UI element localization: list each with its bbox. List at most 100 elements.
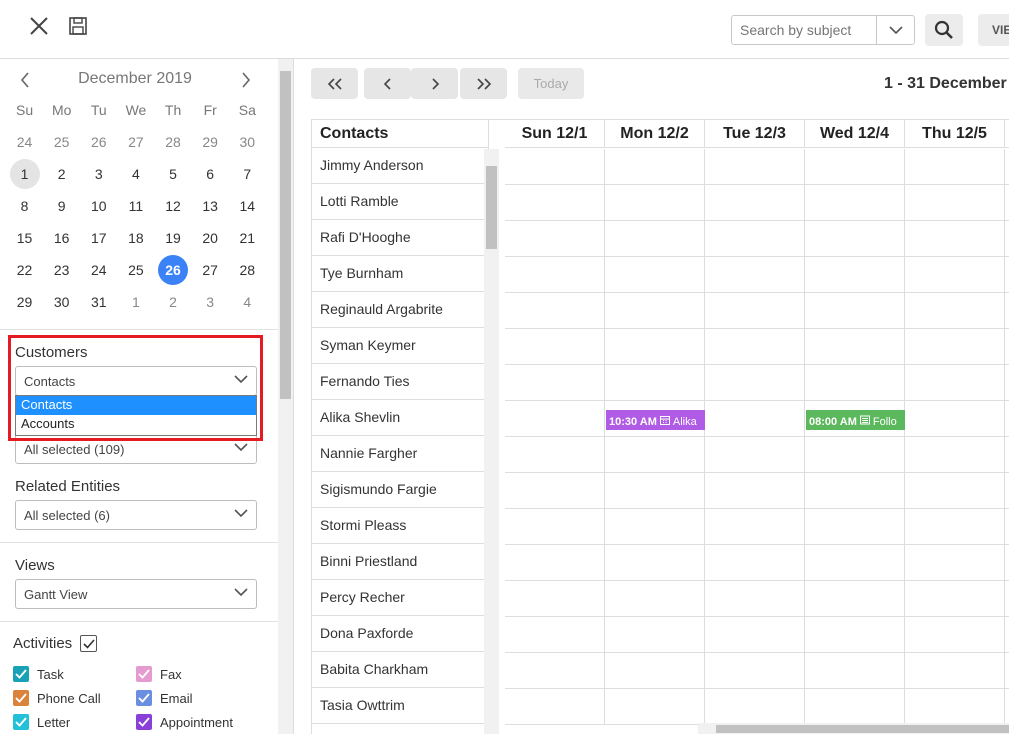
calendar-day[interactable]: 3: [192, 286, 229, 318]
contact-row[interactable]: Binni Priestland: [312, 544, 484, 580]
activity-email[interactable]: Email: [136, 690, 193, 706]
schedule-cell[interactable]: [905, 653, 1005, 688]
calendar-day[interactable]: 15: [6, 222, 43, 254]
schedule-cell[interactable]: [505, 437, 605, 472]
last-page-button[interactable]: [460, 68, 507, 99]
activity-letter[interactable]: Letter: [13, 714, 70, 730]
activity-phone-call[interactable]: Phone Call: [13, 690, 101, 706]
calendar-day[interactable]: 6: [192, 158, 229, 190]
schedule-cell[interactable]: [905, 473, 1005, 508]
schedule-cell[interactable]: [905, 437, 1005, 472]
calendar-day[interactable]: 27: [192, 254, 229, 286]
schedule-cell[interactable]: [905, 581, 1005, 616]
activity-checkbox[interactable]: [136, 666, 152, 682]
schedule-cell[interactable]: [705, 545, 805, 580]
calendar-day[interactable]: 1: [117, 286, 154, 318]
schedule-cell[interactable]: [605, 437, 705, 472]
schedule-cell[interactable]: [505, 581, 605, 616]
contact-row[interactable]: Dona Paxforde: [312, 616, 484, 652]
schedule-cell[interactable]: [705, 329, 805, 364]
calendar-day[interactable]: 30: [229, 126, 266, 158]
schedule-cell[interactable]: [705, 617, 805, 652]
search-button[interactable]: [925, 14, 963, 46]
calendar-day[interactable]: 10: [80, 190, 117, 222]
schedule-cell[interactable]: [705, 473, 805, 508]
view-button[interactable]: VIEW: [978, 14, 1009, 46]
contact-row[interactable]: Alika Shevlin: [312, 400, 484, 436]
today-button[interactable]: Today: [518, 68, 584, 99]
schedule-cell[interactable]: [905, 401, 1005, 436]
activity-checkbox[interactable]: [13, 690, 29, 706]
schedule-cell[interactable]: [605, 653, 705, 688]
schedule-cell[interactable]: [805, 473, 905, 508]
schedule-cell[interactable]: [505, 257, 605, 292]
schedule-cell[interactable]: [505, 329, 605, 364]
schedule-cell[interactable]: [605, 221, 705, 256]
schedule-cell[interactable]: [905, 149, 1005, 184]
schedule-cell[interactable]: [605, 185, 705, 220]
views-select[interactable]: Gantt View: [15, 579, 257, 609]
schedule-cell[interactable]: [805, 365, 905, 400]
calendar-day[interactable]: 14: [229, 190, 266, 222]
schedule-cell[interactable]: [505, 545, 605, 580]
calendar-day[interactable]: 5: [155, 158, 192, 190]
schedule-cell[interactable]: [905, 509, 1005, 544]
contact-row[interactable]: Stormi Pleass: [312, 508, 484, 544]
schedule-cell[interactable]: [705, 149, 805, 184]
schedule-cell[interactable]: [805, 293, 905, 328]
schedule-cell[interactable]: [805, 545, 905, 580]
schedule-cell[interactable]: [705, 365, 805, 400]
schedule-cell[interactable]: [805, 581, 905, 616]
schedule-cell[interactable]: [505, 185, 605, 220]
schedule-cell[interactable]: [705, 653, 805, 688]
schedule-cell[interactable]: [805, 617, 905, 652]
schedule-cell[interactable]: [505, 509, 605, 544]
activity-checkbox[interactable]: [13, 666, 29, 682]
schedule-cell[interactable]: [605, 329, 705, 364]
schedule-cell[interactable]: [805, 257, 905, 292]
schedule-cell[interactable]: [505, 365, 605, 400]
activity-checkbox[interactable]: [13, 714, 29, 730]
schedule-cell[interactable]: [905, 365, 1005, 400]
schedule-cell[interactable]: [505, 293, 605, 328]
calendar-day[interactable]: 12: [155, 190, 192, 222]
schedule-cell[interactable]: [505, 653, 605, 688]
activity-checkbox[interactable]: [136, 714, 152, 730]
contact-row[interactable]: Babita Charkham: [312, 652, 484, 688]
contacts-scrollbar-thumb[interactable]: [486, 166, 497, 249]
calendar-day[interactable]: 4: [229, 286, 266, 318]
contact-row[interactable]: Fernando Ties: [312, 364, 484, 400]
contact-row[interactable]: Sigismundo Fargie: [312, 472, 484, 508]
calendar-day[interactable]: 27: [117, 126, 154, 158]
schedule-event[interactable]: 08:00 AM Follo: [806, 410, 905, 430]
calendar-day[interactable]: 25: [117, 254, 154, 286]
activity-appointment[interactable]: Appointment: [136, 714, 233, 730]
schedule-cell[interactable]: [905, 329, 1005, 364]
schedule-cell[interactable]: [805, 509, 905, 544]
schedule-cell[interactable]: [905, 185, 1005, 220]
contact-row[interactable]: Jimmy Anderson: [312, 148, 484, 184]
calendar-day[interactable]: 17: [80, 222, 117, 254]
schedule-cell[interactable]: [905, 689, 1005, 724]
contacts-scrollbar[interactable]: [484, 149, 499, 734]
contact-row[interactable]: Percy Recher: [312, 580, 484, 616]
schedule-cell[interactable]: [805, 185, 905, 220]
activity-fax[interactable]: Fax: [136, 666, 182, 682]
calendar-day[interactable]: 26: [80, 126, 117, 158]
calendar-day[interactable]: 28: [229, 254, 266, 286]
schedule-cell[interactable]: [705, 185, 805, 220]
schedule-cell[interactable]: [805, 221, 905, 256]
sidebar-scrollbar-thumb[interactable]: [280, 71, 291, 399]
activity-checkbox[interactable]: [136, 690, 152, 706]
calendar-day[interactable]: 9: [43, 190, 80, 222]
related-entities-select[interactable]: All selected (6): [15, 500, 257, 530]
save-icon[interactable]: [64, 12, 92, 40]
calendar-day[interactable]: 7: [229, 158, 266, 190]
schedule-cell[interactable]: [805, 329, 905, 364]
schedule-cell[interactable]: [805, 653, 905, 688]
schedule-cell[interactable]: [705, 257, 805, 292]
calendar-day[interactable]: 21: [229, 222, 266, 254]
schedule-cell[interactable]: [605, 617, 705, 652]
calendar-day[interactable]: 22: [6, 254, 43, 286]
contact-row[interactable]: Syman Keymer: [312, 328, 484, 364]
